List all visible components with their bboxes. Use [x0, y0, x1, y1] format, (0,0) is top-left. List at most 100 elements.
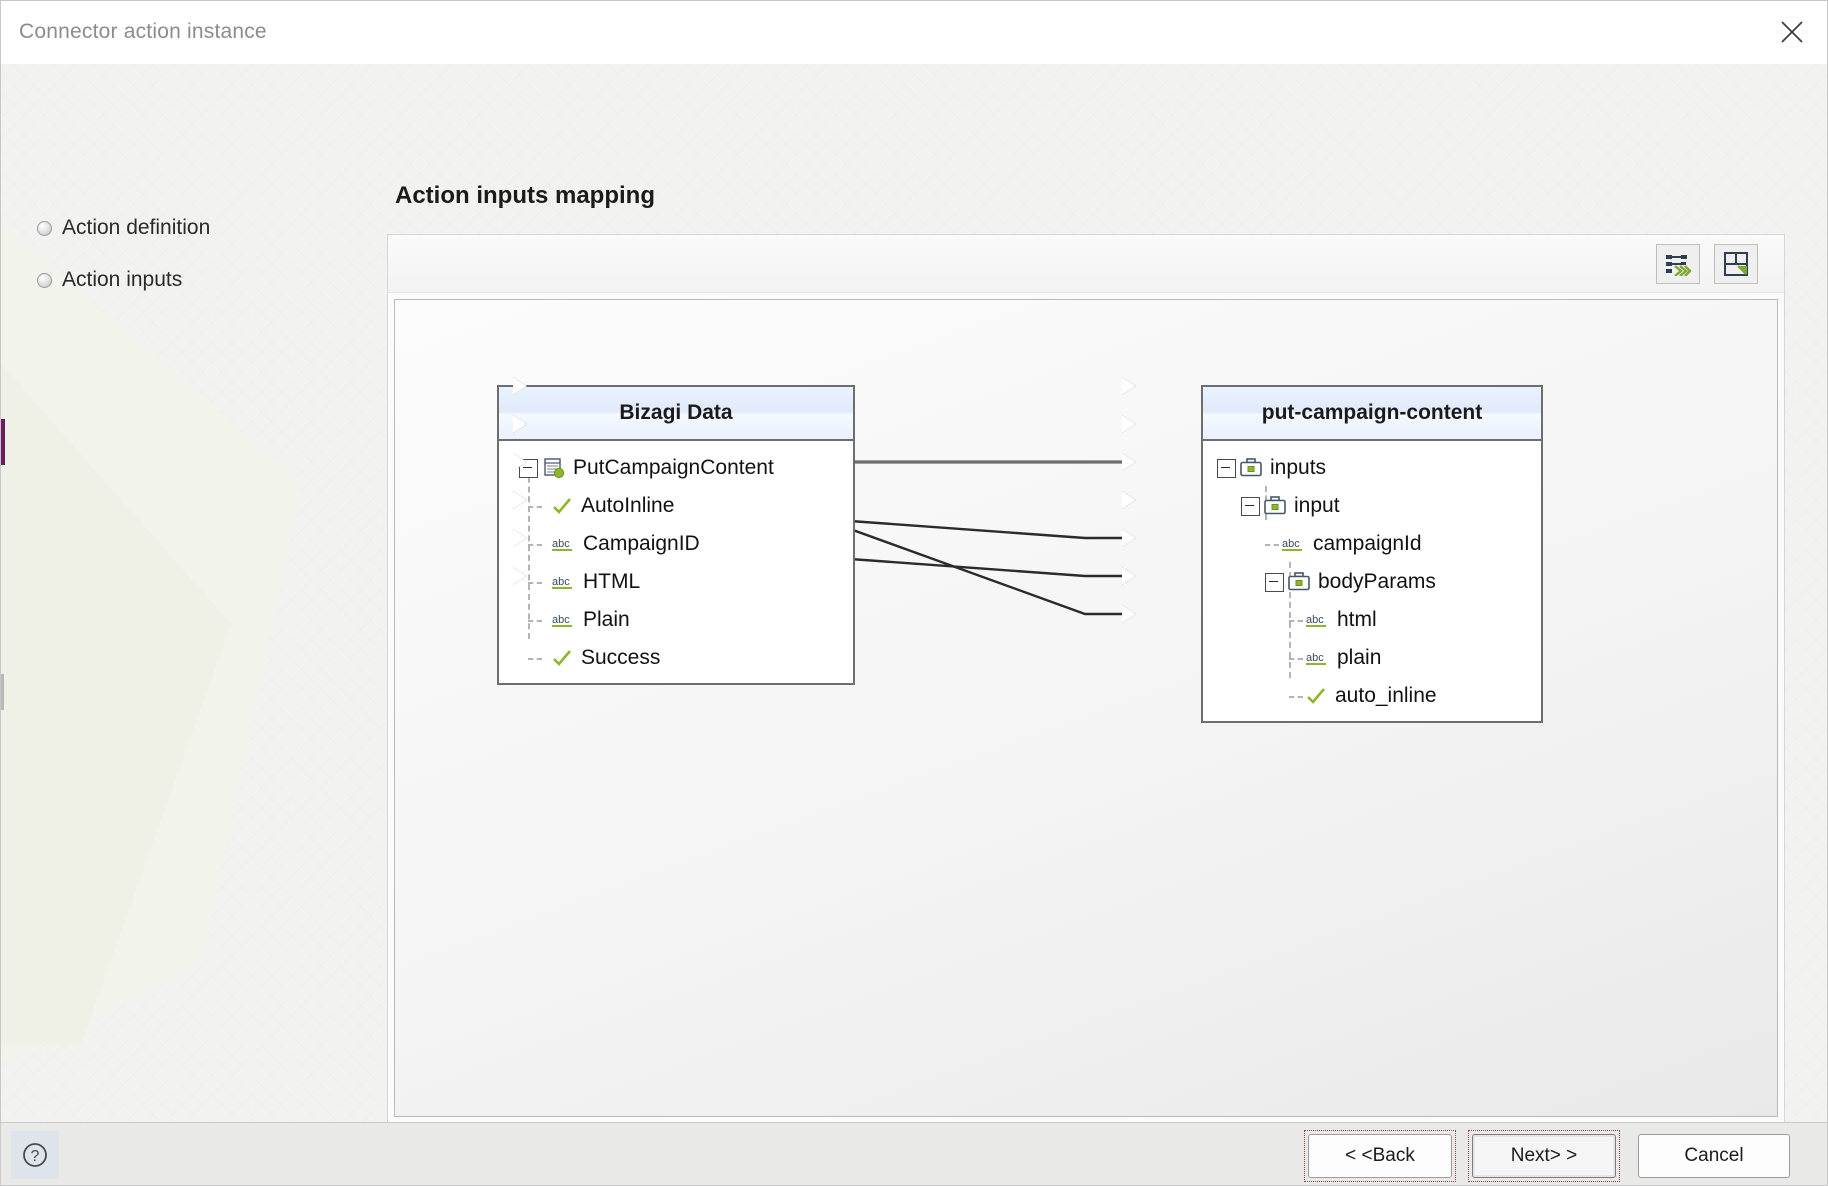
abc-string-icon: abc [1305, 648, 1329, 668]
target-port-html[interactable] [1122, 529, 1136, 547]
target-port-inputs[interactable] [1122, 377, 1136, 395]
page-title: Action inputs mapping [395, 182, 655, 209]
tree-node-label: Plain [583, 608, 630, 631]
briefcase-icon [1287, 571, 1311, 593]
tree-node-bodyparams[interactable]: bodyParams [1203, 563, 1541, 601]
source-node-title: Bizagi Data [499, 387, 853, 441]
tree-branch [528, 506, 542, 508]
tree-node-label: bodyParams [1318, 570, 1436, 593]
collapse-icon[interactable] [1241, 496, 1260, 516]
source-port-success[interactable] [513, 567, 527, 585]
tree-branch [1289, 620, 1303, 622]
close-icon[interactable] [1763, 5, 1821, 59]
target-port-bodyparams[interactable] [1122, 491, 1136, 509]
tree-node-html[interactable]: abc HTML [499, 563, 853, 601]
tree-node-plain-target[interactable]: abc plain [1203, 639, 1541, 677]
tree-branch [528, 544, 542, 546]
source-port-plain[interactable] [513, 529, 527, 547]
tree-node-campaignid-target[interactable]: abc campaignId [1203, 525, 1541, 563]
tree-branch [528, 582, 542, 584]
abc-string-icon: abc [551, 534, 575, 554]
wizard-step-nav: Action definition Action inputs [1, 64, 385, 1122]
tree-node-label: campaignId [1313, 532, 1422, 555]
target-port-input[interactable] [1122, 415, 1136, 433]
boolean-check-icon [1305, 686, 1327, 706]
tree-node-html-target[interactable]: abc html [1203, 601, 1541, 639]
arrange-layout-button[interactable] [1714, 244, 1758, 284]
tree-node-label: html [1337, 608, 1377, 631]
entity-icon [543, 457, 565, 479]
svg-text:abc: abc [552, 538, 570, 550]
tree-branch [1265, 544, 1279, 546]
auto-map-icon [1665, 252, 1691, 276]
target-action-node[interactable]: put-campaign-content inputs input abc ca… [1201, 385, 1543, 723]
source-node-tree: PutCampaignContent AutoInline abc Campai… [499, 441, 853, 683]
source-port-campaignid[interactable] [513, 453, 527, 471]
source-port-autoinline[interactable] [513, 415, 527, 433]
cancel-button[interactable]: Cancel [1638, 1134, 1790, 1178]
tree-branch [1289, 696, 1303, 698]
source-port-html[interactable] [513, 491, 527, 509]
tree-node-label: input [1294, 494, 1340, 517]
abc-string-icon: abc [1281, 534, 1305, 554]
tree-node-campaignid[interactable]: abc CampaignID [499, 525, 853, 563]
arrange-layout-icon [1723, 251, 1749, 277]
svg-text:abc: abc [552, 576, 570, 588]
target-port-campaignid[interactable] [1122, 453, 1136, 471]
tree-node-label: PutCampaignContent [573, 456, 774, 479]
tree-node-auto-inline[interactable]: auto_inline [1203, 677, 1541, 715]
briefcase-icon [1239, 457, 1263, 479]
tree-node-label: AutoInline [581, 494, 675, 517]
tree-node-label: inputs [1270, 456, 1327, 479]
sidebar-item-action-inputs[interactable]: Action inputs [37, 268, 182, 292]
svg-text:abc: abc [1282, 538, 1300, 550]
tree-branch [1289, 658, 1303, 660]
target-node-title: put-campaign-content [1203, 387, 1541, 441]
tree-node-input[interactable]: input [1203, 487, 1541, 525]
tree-node-success[interactable]: Success [499, 639, 853, 677]
mapping-canvas[interactable]: Bizagi Data PutCampaignContent AutoInlin… [394, 299, 1778, 1117]
svg-text:abc: abc [1306, 614, 1324, 626]
mapping-panel: Bizagi Data PutCampaignContent AutoInlin… [387, 234, 1785, 1122]
boolean-check-icon [551, 496, 573, 516]
tree-node-inputs[interactable]: inputs [1203, 449, 1541, 487]
window-title: Connector action instance [19, 20, 267, 43]
dialog-body: Action definition Action inputs Action i… [1, 64, 1827, 1122]
tree-node-putcampaigncontent[interactable]: PutCampaignContent [499, 449, 853, 487]
tree-node-label: CampaignID [583, 532, 700, 555]
abc-string-icon: abc [551, 572, 575, 592]
collapse-icon[interactable] [1217, 458, 1236, 478]
sidebar-item-label: Action inputs [62, 268, 183, 291]
svg-text:abc: abc [552, 614, 570, 626]
sidebar-item-label: Action definition [62, 216, 211, 239]
target-port-auto-inline[interactable] [1122, 605, 1136, 623]
tree-node-label: Success [581, 646, 661, 669]
source-data-node[interactable]: Bizagi Data PutCampaignContent AutoInlin… [497, 385, 855, 685]
mapper-toolbar [388, 235, 1784, 293]
tree-node-plain[interactable]: abc Plain [499, 601, 853, 639]
tree-node-label: auto_inline [1335, 684, 1437, 707]
next-button[interactable]: Next> > [1472, 1134, 1616, 1178]
briefcase-icon [1263, 495, 1287, 517]
target-node-tree: inputs input abc campaignId bodyParams a… [1203, 441, 1541, 721]
tree-node-label: HTML [583, 570, 641, 593]
boolean-check-icon [551, 648, 573, 668]
dialog-footer: ? < <Back Next> > Cancel [1, 1122, 1827, 1185]
auto-map-button[interactable] [1656, 244, 1700, 284]
tree-branch [528, 658, 542, 660]
tree-branch [528, 620, 542, 622]
sidebar-item-action-definition[interactable]: Action definition [37, 216, 210, 240]
target-port-plain[interactable] [1122, 567, 1136, 585]
help-question-icon[interactable]: ? [11, 1131, 59, 1179]
abc-string-icon: abc [551, 610, 575, 630]
back-button[interactable]: < <Back [1308, 1134, 1452, 1178]
connector-action-instance-dialog: Connector action instance Action definit… [0, 0, 1828, 1186]
radio-bullet-icon [37, 220, 52, 236]
collapse-icon[interactable] [1265, 572, 1284, 592]
abc-string-icon: abc [1305, 610, 1329, 630]
tree-node-autoinline[interactable]: AutoInline [499, 487, 853, 525]
svg-text:abc: abc [1306, 652, 1324, 664]
title-bar: Connector action instance [1, 1, 1827, 65]
source-port-putcampaigncontent[interactable] [513, 377, 527, 395]
svg-text:?: ? [31, 1148, 40, 1165]
